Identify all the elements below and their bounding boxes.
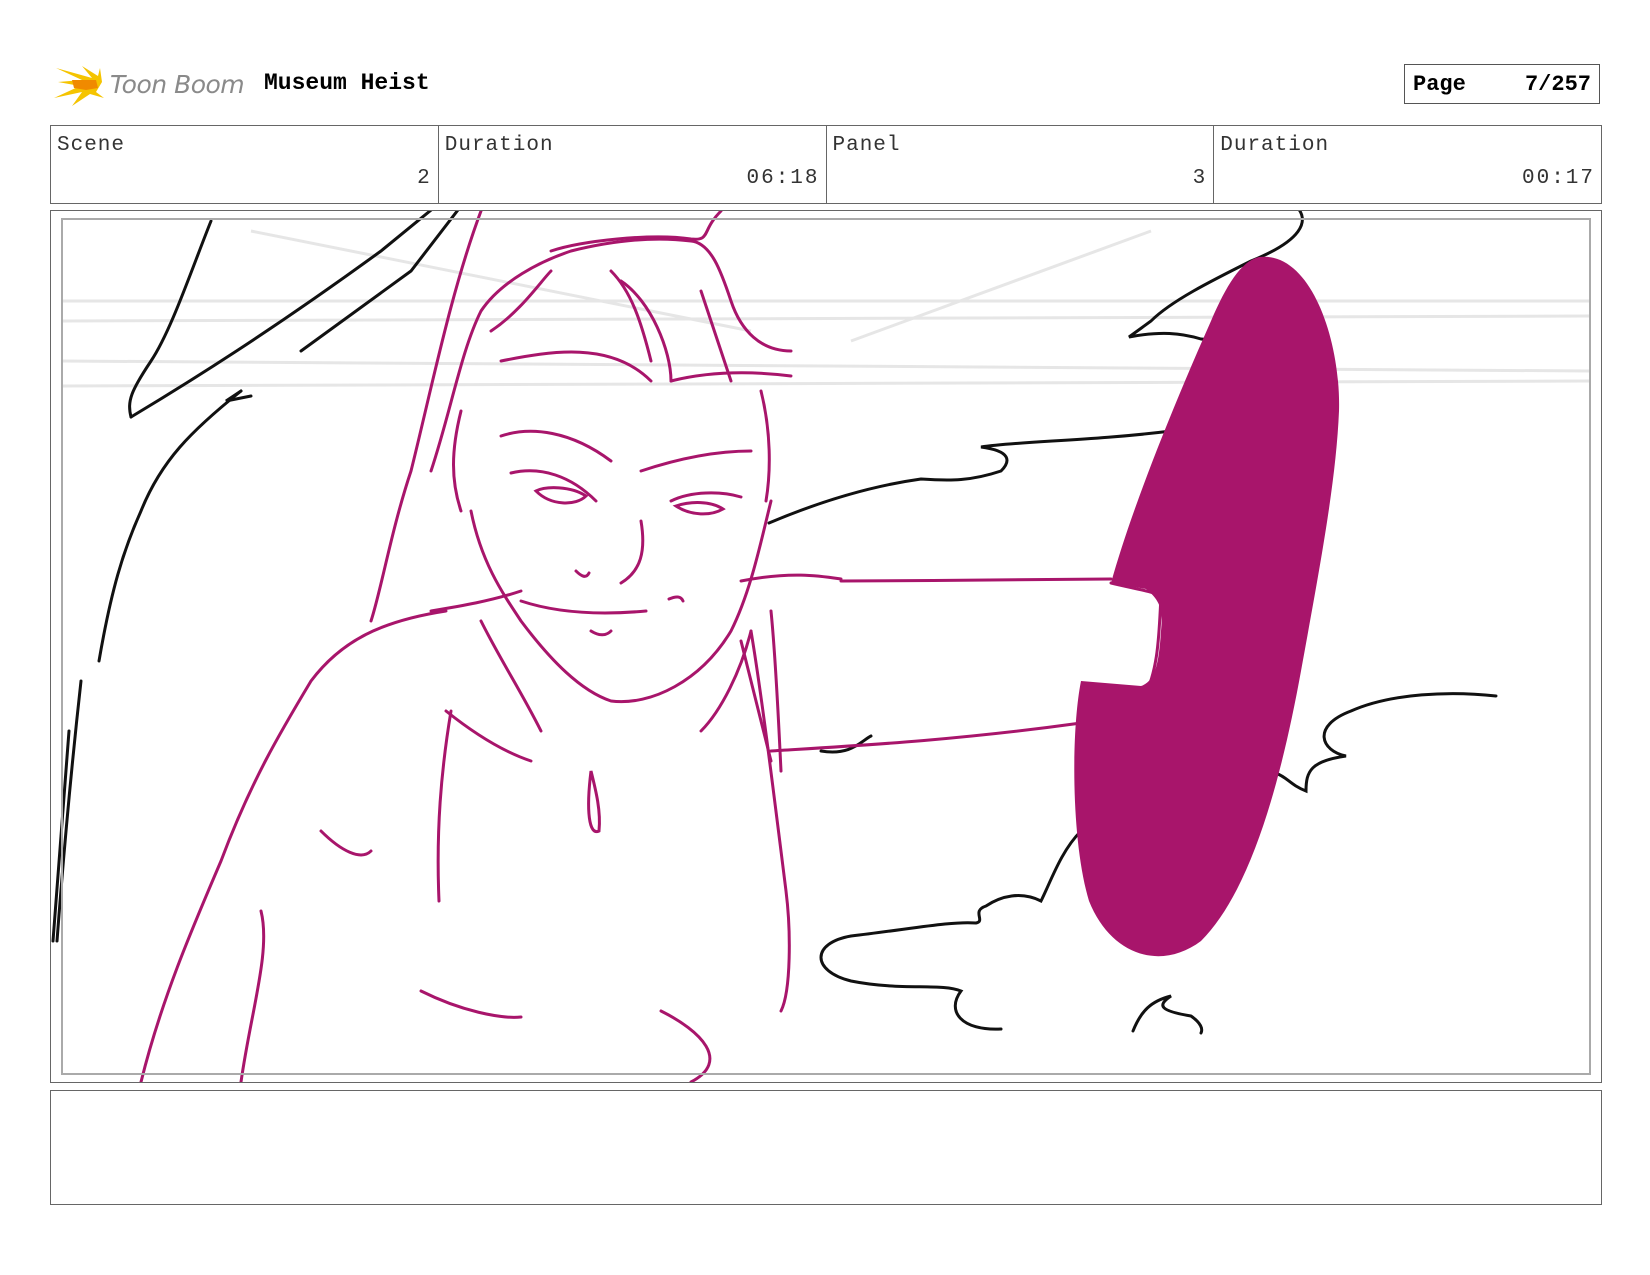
panel-cell: Panel 3 (827, 126, 1215, 203)
panel-value: 3 (1192, 167, 1208, 190)
panel-safe-area (61, 218, 1591, 1075)
scene-duration-cell: Duration 06:18 (439, 126, 827, 203)
panel-duration-value: 00:17 (1521, 167, 1595, 190)
page-label: Page (1413, 72, 1466, 97)
toon-boom-logo: Toon Boom (52, 58, 248, 110)
panel-notes-box (50, 1090, 1602, 1205)
project-title: Museum Heist (264, 70, 430, 96)
storyboard-panel (50, 210, 1602, 1083)
scene-value: 2 (417, 167, 432, 190)
scene-info-table: Scene 2 Duration 06:18 Panel 3 Duration … (50, 125, 1602, 204)
logo-text: Toon Boom (110, 70, 245, 99)
panel-duration-cell: Duration 00:17 (1214, 126, 1601, 203)
page-number: 7/257 (1524, 72, 1591, 97)
scene-label: Scene (57, 134, 126, 157)
storyboard-header: Toon Boom Museum Heist Page 7/257 (50, 56, 1602, 112)
panel-duration-label: Duration (1220, 134, 1330, 157)
starburst-icon (54, 66, 104, 106)
page-counter: Page 7/257 (1404, 64, 1600, 104)
scene-cell: Scene 2 (51, 126, 439, 203)
scene-duration-value: 06:18 (746, 167, 820, 190)
scene-duration-label: Duration (444, 134, 554, 157)
panel-label: Panel (832, 134, 901, 157)
